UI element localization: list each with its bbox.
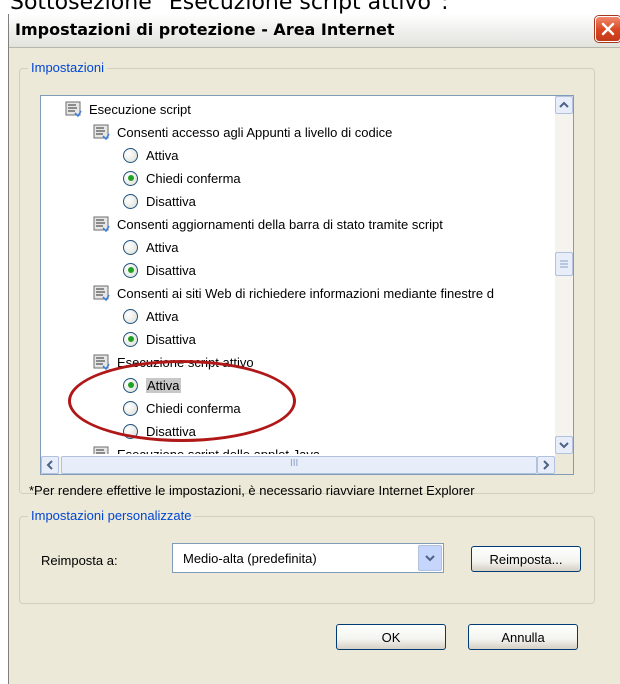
tree-setting-item: Consenti accesso agli Appunti a livello … [93,121,392,143]
setting-label: Consenti aggiornamenti della barra di st… [117,216,443,232]
reset-to-label: Reimposta a: [41,553,118,568]
reset-level-dropdown[interactable]: Medio-alta (predefinita) [172,543,444,573]
radio-option[interactable]: Disattiva [123,259,196,281]
script-settings-icon [65,100,83,118]
highlight-circle-annotation [68,360,296,442]
close-icon [601,22,615,36]
tree-setting-item: Consenti aggiornamenti della barra di st… [93,213,443,235]
settings-legend: Impostazioni [28,60,107,75]
cancel-button[interactable]: Annulla [468,624,578,650]
script-settings-icon [93,353,111,371]
tree-root-item: Esecuzione script [65,98,191,120]
tree-setting-item: Consenti ai siti Web di richiedere infor… [93,282,494,304]
radio-button[interactable] [123,262,138,278]
radio-option[interactable]: Attiva [123,236,179,258]
tree-setting-item: Esecuzione script delle applet Java [93,443,320,454]
radio-button[interactable] [123,147,138,163]
radio-button[interactable] [123,239,138,255]
script-settings-icon [93,123,111,141]
tree-root-label: Esecuzione script [89,101,191,117]
radio-label: Disattiva [146,262,196,278]
scroll-grip-label: III [290,458,299,469]
vertical-scrollbar[interactable] [555,96,573,454]
chevron-down-icon [425,555,435,562]
title-bar[interactable]: Impostazioni di protezione - Area Intern… [9,14,620,48]
radio-option[interactable]: Attiva [123,144,179,166]
radio-button[interactable] [123,331,138,347]
vertical-scroll-thumb[interactable] [555,252,573,276]
setting-label: Consenti ai siti Web di richiedere infor… [117,285,494,301]
ok-button[interactable]: OK [336,624,446,650]
script-settings-icon [93,445,111,454]
radio-option[interactable]: Disattiva [123,190,196,212]
radio-label: Disattiva [146,193,196,209]
radio-label: Chiedi conferma [146,170,241,186]
grip-icon [560,260,568,268]
radio-option[interactable]: Disattiva [123,328,196,350]
radio-label: Attiva [146,147,179,163]
setting-label: Esecuzione script delle applet Java [117,446,321,455]
chevron-left-icon [46,460,53,470]
script-settings-icon [93,215,111,233]
setting-label: Consenti accesso agli Appunti a livello … [117,124,393,140]
custom-settings-legend: Impostazioni personalizzate [28,508,195,523]
radio-button[interactable] [123,308,138,324]
scroll-left-button[interactable] [41,456,59,474]
dropdown-button[interactable] [418,545,442,571]
radio-label: Attiva [146,308,179,324]
radio-option[interactable]: Chiedi conferma [123,167,241,189]
scroll-up-button[interactable] [555,96,573,114]
horizontal-scrollbar[interactable]: III [41,456,555,474]
dialog-title: Impostazioni di protezione - Area Intern… [15,20,395,39]
close-button[interactable] [595,16,620,42]
horizontal-scroll-thumb[interactable]: III [61,456,537,474]
scroll-down-button[interactable] [555,436,573,454]
radio-button[interactable] [123,193,138,209]
script-settings-icon [93,284,111,302]
reset-level-value: Medio-alta (predefinita) [183,551,317,566]
reset-button[interactable]: Reimposta... [471,546,581,572]
restart-note: *Per rendere effettive le impostazioni, … [29,483,475,498]
chevron-down-icon [559,442,569,449]
radio-label: Attiva [146,239,179,255]
chevron-right-icon [543,460,550,470]
scroll-corner [555,454,573,474]
radio-label: Disattiva [146,331,196,347]
radio-button[interactable] [123,170,138,186]
radio-option[interactable]: Attiva [123,305,179,327]
scroll-right-button[interactable] [537,456,555,474]
chevron-up-icon [559,101,569,108]
